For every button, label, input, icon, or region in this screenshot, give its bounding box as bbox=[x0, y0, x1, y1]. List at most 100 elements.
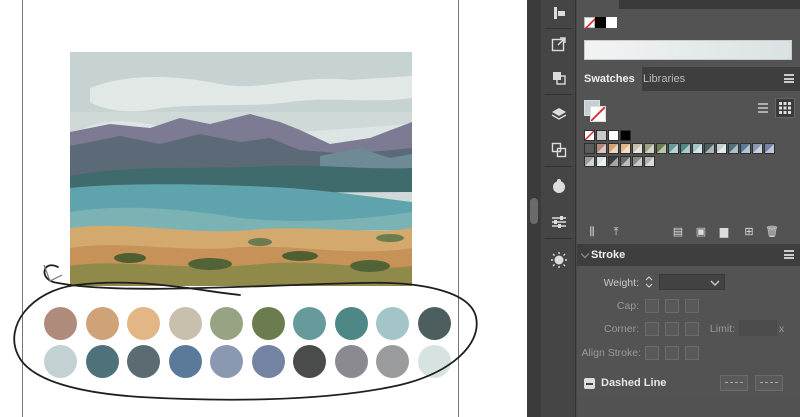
stroke-swatch[interactable] bbox=[590, 106, 606, 122]
canvas-area[interactable] bbox=[0, 0, 527, 417]
black-swatch[interactable] bbox=[595, 17, 606, 28]
palette-color-circle[interactable] bbox=[127, 307, 160, 340]
palette-color-circle[interactable] bbox=[251, 345, 285, 378]
dash-align-corners-icon[interactable] bbox=[755, 375, 783, 391]
swatch-cell[interactable] bbox=[608, 156, 619, 167]
swatch-cell[interactable] bbox=[632, 143, 643, 154]
gradient-slider[interactable] bbox=[584, 40, 792, 60]
white-swatch[interactable] bbox=[606, 17, 617, 28]
palette-color-circle[interactable] bbox=[417, 307, 451, 340]
align-outside-button[interactable] bbox=[685, 346, 699, 360]
palette-color-circle[interactable] bbox=[251, 307, 285, 340]
swatch-cell[interactable] bbox=[584, 156, 595, 167]
tab-libraries[interactable]: Libraries bbox=[636, 67, 692, 91]
palette-color-circle[interactable] bbox=[417, 345, 451, 378]
delete-swatch-icon[interactable]: 🗑 bbox=[765, 226, 779, 238]
none-swatch[interactable] bbox=[584, 17, 596, 29]
swatches-menu-icon[interactable] bbox=[784, 74, 794, 83]
gradient-panel-strip bbox=[577, 0, 800, 64]
dash-preserve-icon[interactable] bbox=[720, 375, 748, 391]
swatch-cell[interactable] bbox=[764, 143, 775, 154]
palette-color-circle[interactable] bbox=[376, 307, 409, 340]
swatch-grid bbox=[584, 130, 794, 170]
pathfinder-icon[interactable] bbox=[545, 64, 572, 91]
dash-gap-fields-row bbox=[577, 398, 800, 417]
new-swatch-icon[interactable]: ⊞ bbox=[743, 226, 755, 238]
round-cap-button[interactable] bbox=[665, 299, 679, 313]
artboards-icon[interactable] bbox=[545, 136, 572, 163]
align-icon[interactable] bbox=[545, 0, 572, 27]
fill-stroke-indicator[interactable] bbox=[584, 100, 606, 122]
swatch-cell[interactable] bbox=[644, 156, 655, 167]
landscape-painting-image[interactable] bbox=[70, 52, 412, 286]
round-join-button[interactable] bbox=[665, 322, 679, 336]
miter-join-button[interactable] bbox=[645, 322, 659, 336]
color-group-icon[interactable]: ▣ bbox=[695, 226, 707, 238]
palette-color-circle[interactable] bbox=[293, 307, 326, 340]
palette-color-circle[interactable] bbox=[127, 345, 160, 378]
palette-color-circle[interactable] bbox=[168, 345, 202, 378]
palette-color-circle[interactable] bbox=[210, 307, 243, 340]
projecting-cap-button[interactable] bbox=[685, 299, 699, 313]
cap-label: Cap: bbox=[616, 300, 639, 312]
swatch-cell[interactable] bbox=[596, 143, 607, 154]
export-icon[interactable] bbox=[545, 30, 572, 57]
swatch-cell[interactable] bbox=[608, 143, 619, 154]
illustrator-window: Swatches Libraries ⫼ ⤒ ▤ ▣ ▆ ⊞ 🗑 Stroke … bbox=[0, 0, 800, 417]
swatch-cell[interactable] bbox=[656, 143, 667, 154]
palette-color-circle[interactable] bbox=[44, 307, 77, 340]
stroke-menu-icon[interactable] bbox=[784, 250, 794, 259]
palette-color-circle[interactable] bbox=[334, 307, 368, 340]
list-view-icon[interactable] bbox=[756, 101, 770, 115]
properties-sliders-icon[interactable] bbox=[545, 208, 572, 235]
palette-color-circle[interactable] bbox=[168, 307, 202, 340]
layers-icon[interactable] bbox=[545, 100, 572, 127]
swatch-cell[interactable] bbox=[632, 156, 643, 167]
palette-color-circle[interactable] bbox=[44, 345, 77, 378]
swatch-cell[interactable] bbox=[704, 143, 715, 154]
show-kinds-icon[interactable]: ⤒ bbox=[610, 226, 622, 238]
palette-color-circle[interactable] bbox=[293, 345, 326, 378]
new-color-group-folder-icon[interactable]: ▆ bbox=[718, 226, 730, 238]
tab-swatches[interactable]: Swatches bbox=[577, 67, 642, 91]
grid-view-icon[interactable] bbox=[775, 98, 795, 118]
panel-scroll-thumb[interactable] bbox=[530, 198, 538, 224]
color-group-folder[interactable] bbox=[584, 143, 595, 154]
swatch-cell[interactable] bbox=[728, 143, 739, 154]
swatch-cell[interactable] bbox=[752, 143, 763, 154]
swatch-cell[interactable] bbox=[740, 143, 751, 154]
swatch-cell[interactable] bbox=[716, 143, 727, 154]
swatch-cell[interactable] bbox=[584, 130, 595, 141]
dashed-line-checkbox[interactable] bbox=[584, 378, 595, 389]
weight-input[interactable] bbox=[659, 274, 725, 290]
swatch-cell[interactable] bbox=[620, 156, 631, 167]
stroke-panel-icon[interactable] bbox=[545, 246, 572, 273]
swatch-cell[interactable] bbox=[620, 143, 631, 154]
dashed-line-row: Dashed Line bbox=[577, 372, 800, 396]
swatch-options-icon[interactable]: ▤ bbox=[672, 226, 684, 238]
appearance-icon[interactable] bbox=[545, 172, 572, 199]
swatch-cell[interactable] bbox=[596, 130, 607, 141]
palette-color-circle[interactable] bbox=[376, 345, 409, 378]
swatch-cell[interactable] bbox=[680, 143, 691, 154]
bevel-join-button[interactable] bbox=[685, 322, 699, 336]
butt-cap-button[interactable] bbox=[645, 299, 659, 313]
swatch-cell[interactable] bbox=[596, 156, 607, 167]
palette-color-circle[interactable] bbox=[85, 307, 119, 340]
limit-input[interactable] bbox=[739, 320, 777, 336]
swatch-cell[interactable] bbox=[620, 130, 631, 141]
align-inside-button[interactable] bbox=[665, 346, 679, 360]
swatch-libraries-icon[interactable]: ⫼ bbox=[586, 226, 598, 238]
palette-color-circle[interactable] bbox=[210, 345, 243, 378]
top-field[interactable] bbox=[619, 0, 800, 9]
swatch-cell[interactable] bbox=[644, 143, 655, 154]
swatch-cell[interactable] bbox=[608, 130, 619, 141]
palette-color-circle[interactable] bbox=[334, 345, 368, 378]
palette-color-circle[interactable] bbox=[85, 345, 119, 378]
align-center-button[interactable] bbox=[645, 346, 659, 360]
weight-stepper[interactable] bbox=[643, 274, 655, 290]
color-palette-circles bbox=[0, 270, 527, 417]
collapse-chevron-icon[interactable] bbox=[580, 249, 590, 259]
swatch-cell[interactable] bbox=[692, 143, 703, 154]
swatch-cell[interactable] bbox=[668, 143, 679, 154]
